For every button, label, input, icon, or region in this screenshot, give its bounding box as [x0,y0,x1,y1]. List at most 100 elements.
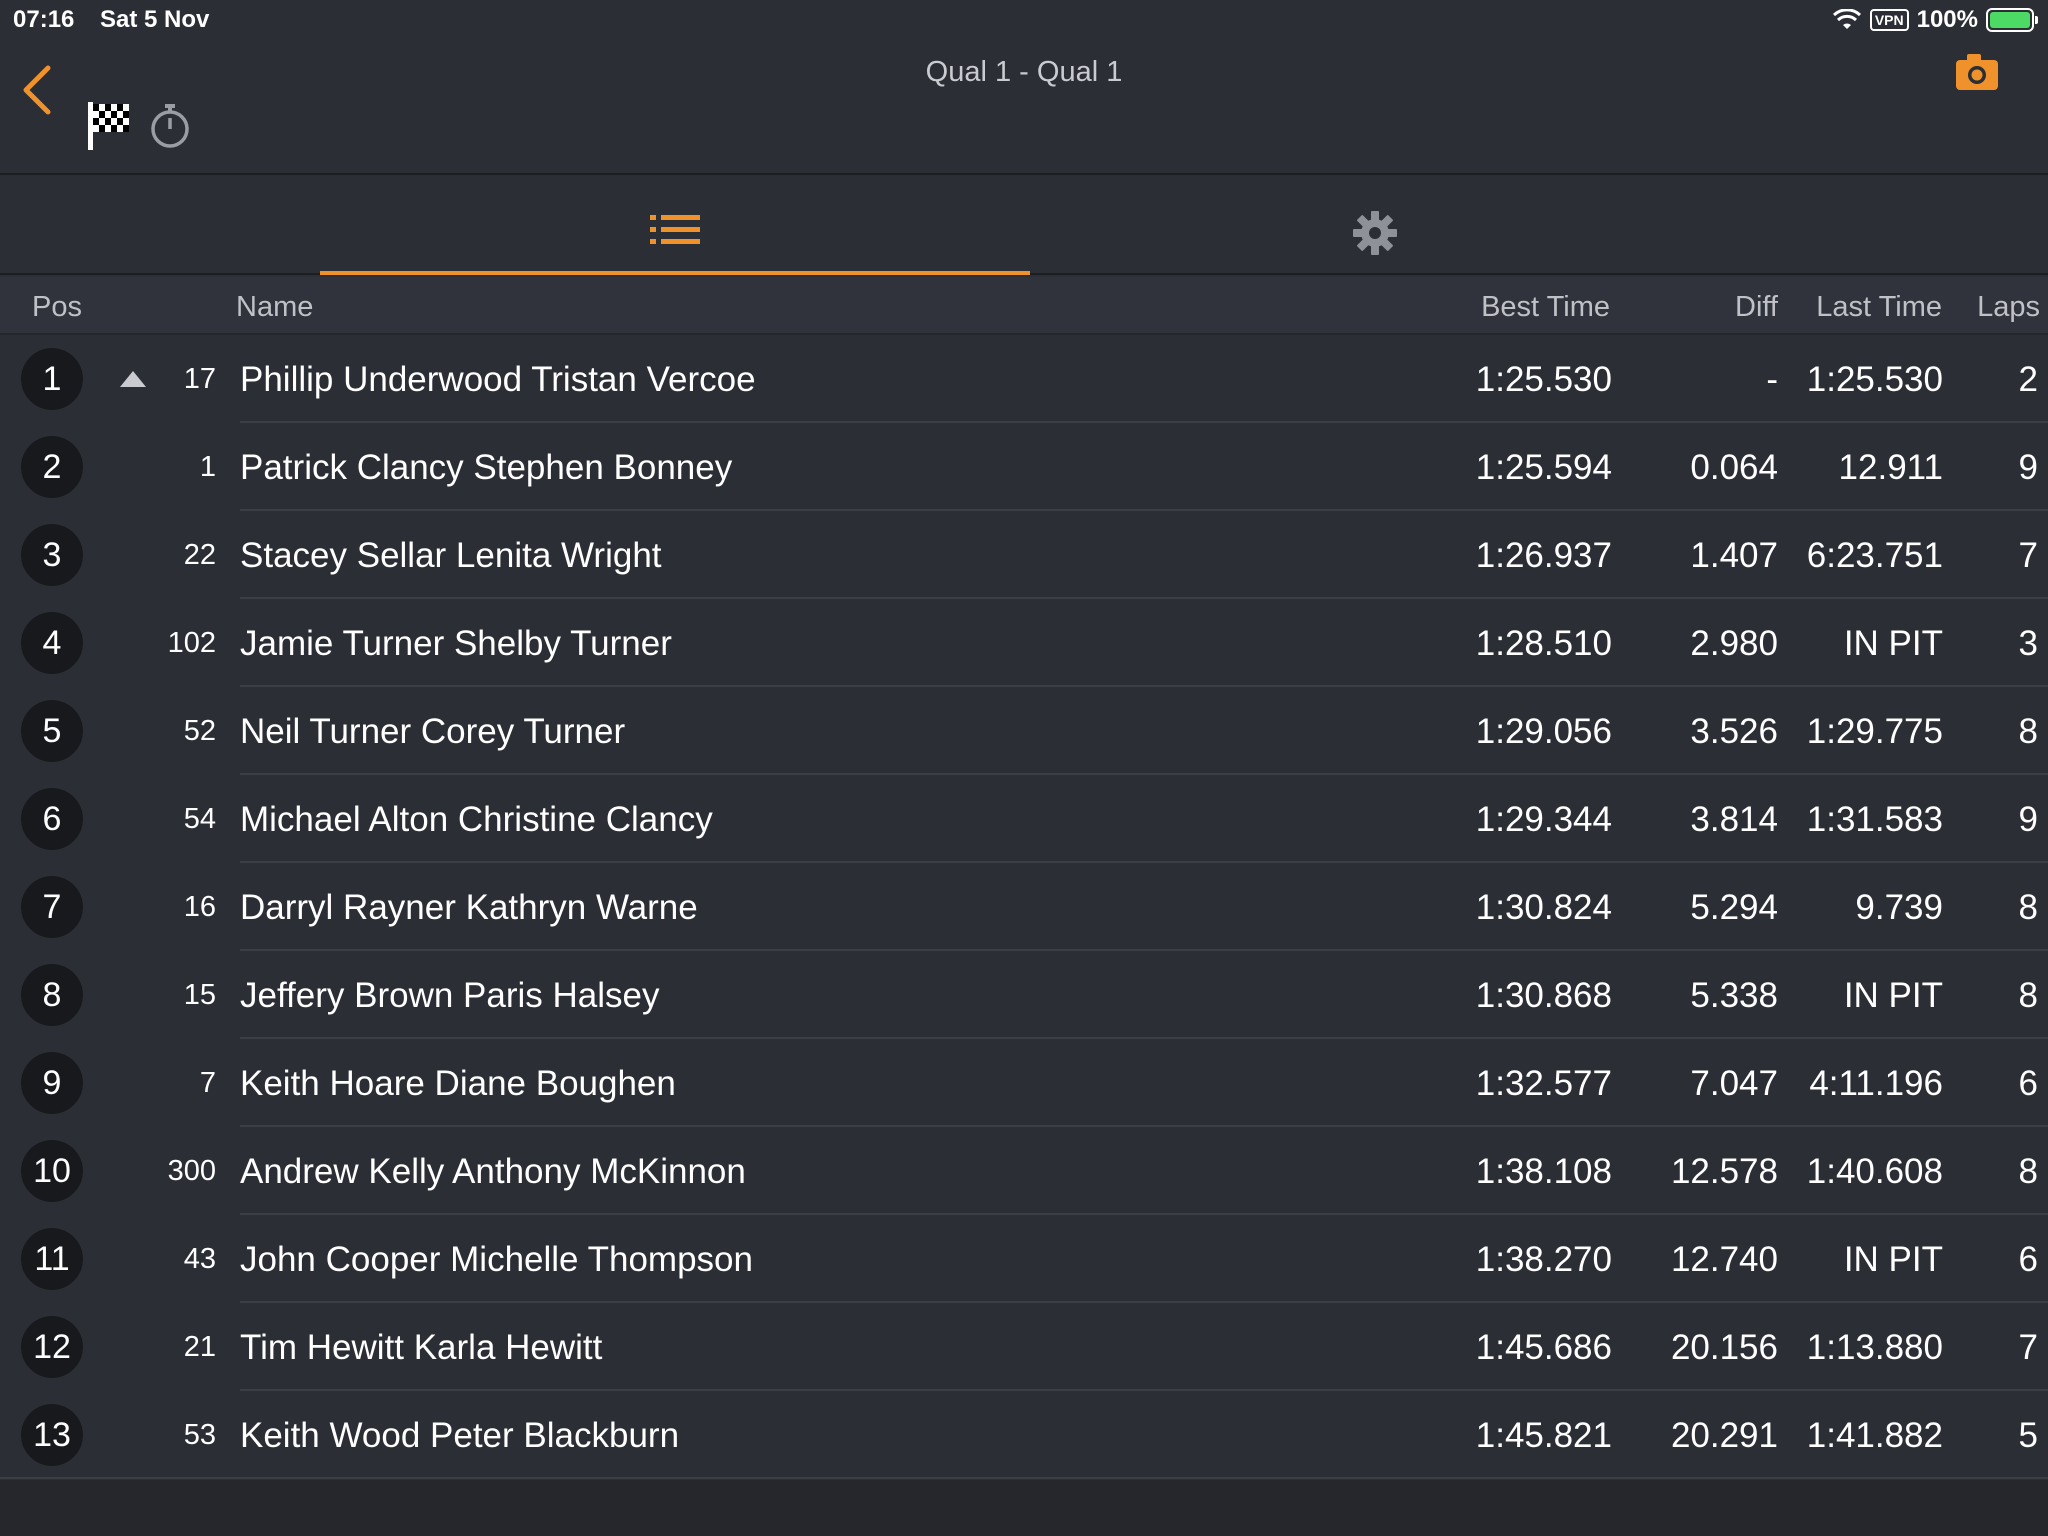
position-badge: 7 [21,876,83,938]
position-number: 7 [42,887,62,926]
car-number: 102 [167,627,216,659]
driver-names: Stacey Sellar Lenita Wright [240,536,662,575]
best-time: 1:29.056 [1475,712,1612,751]
last-time: 1:25.530 [1806,360,1943,399]
tab-settings[interactable] [1020,177,1730,275]
table-row[interactable]: 12 21 Tim Hewitt Karla Hewitt 1:45.686 20.15… [0,1303,2048,1391]
position-badge: 8 [21,964,83,1026]
column-diff[interactable]: Diff [1735,291,1778,324]
session-header: Qual 1 - Qual 1 [0,40,2048,175]
last-time: IN PIT [1843,624,1943,663]
camera-icon [1956,54,1998,90]
table-row[interactable]: 9 7 Keith Hoare Diane Boughen 1:32.577 7.047… [0,1039,2048,1127]
diff-time: 1.407 [1690,536,1778,575]
position-number: 1 [42,359,62,398]
table-row[interactable]: 11 43 John Cooper Michelle Thompson 1:38.27… [0,1215,2048,1303]
car-number: 15 [183,979,216,1011]
position-up-icon [120,371,146,387]
position-badge: 1 [21,348,83,410]
best-time: 1:29.344 [1475,800,1612,839]
position-number: 4 [42,623,62,662]
position-badge: 6 [21,788,83,850]
position-number: 11 [34,1239,70,1278]
table-row[interactable]: 5 52 Neil Turner Corey Turner 1:29.056 3.526… [0,687,2048,775]
best-time: 1:28.510 [1475,624,1612,663]
last-time: IN PIT [1843,1240,1943,1279]
last-time: 1:41.882 [1806,1416,1943,1455]
list-icon [650,215,700,244]
best-time: 1:30.868 [1475,976,1612,1015]
lap-count: 2 [2018,360,2038,399]
table-row[interactable]: 4 102 Jamie Turner Shelby Turner 1:28.510 2.… [0,599,2048,687]
table-row[interactable]: 2 1 Patrick Clancy Stephen Bonney 1:25.594 0… [0,423,2048,511]
status-bar: 07:16 Sat 5 Nov VPN 100% [0,0,2048,40]
car-number: 54 [183,803,216,835]
lap-count: 6 [2018,1064,2038,1103]
lap-count: 6 [2018,1240,2038,1279]
best-time: 1:45.821 [1475,1416,1612,1455]
active-tab-indicator [320,271,1030,275]
stopwatch-icon [151,104,189,148]
driver-names: Patrick Clancy Stephen Bonney [240,448,733,487]
last-time: 12.911 [1838,448,1943,487]
car-number: 7 [199,1067,216,1099]
car-number: 52 [183,715,216,747]
position-badge: 10 [21,1140,83,1202]
battery-icon [1986,8,2038,32]
last-time: 1:29.775 [1806,712,1943,751]
checkered-flag-icon [88,102,129,150]
driver-names: Darryl Rayner Kathryn Warne [240,888,698,927]
diff-time: 12.578 [1670,1152,1778,1191]
best-time: 1:25.594 [1475,448,1612,487]
table-row[interactable]: 1 17 Phillip Underwood Tristan Vercoe 1:25.… [0,335,2048,423]
car-number: 22 [183,539,216,571]
position-number: 8 [42,975,62,1014]
table-row[interactable]: 10 300 Andrew Kelly Anthony McKinnon 1:38.1… [0,1127,2048,1215]
car-number: 16 [183,891,216,923]
position-number: 10 [33,1151,71,1190]
driver-names: Jamie Turner Shelby Turner [240,624,672,663]
column-best-time[interactable]: Best Time [1481,291,1610,324]
driver-names: Phillip Underwood Tristan Vercoe [240,360,756,399]
tab-results-list[interactable] [320,177,1030,275]
column-name[interactable]: Name [236,291,313,324]
column-pos[interactable]: Pos [32,291,82,324]
gear-icon [1353,211,1397,255]
results-table: 1 1 7 Phillip Underwood Tristan Vercoe 1:25.… [0,335,2048,1479]
position-number: 9 [42,1063,62,1102]
best-time: 1:32.577 [1475,1064,1612,1103]
diff-time: 0.064 [1690,448,1778,487]
best-time: 1:25.530 [1475,360,1612,399]
battery-fill [1990,12,2030,28]
column-laps[interactable]: Laps [1977,291,2040,324]
last-time: 9.739 [1855,888,1943,927]
camera-button[interactable] [1954,52,2000,92]
driver-names: Andrew Kelly Anthony McKinnon [240,1152,746,1191]
last-time: 1:31.583 [1806,800,1943,839]
results-column-header: Pos Name Best Time Diff Last Time Laps [0,277,2048,335]
best-time: 1:38.108 [1475,1152,1612,1191]
table-row[interactable]: 13 53 Keith Wood Peter Blackburn 1:45.821 20… [0,1391,2048,1479]
position-number: 5 [42,711,62,750]
diff-time: 3.526 [1690,712,1778,751]
diff-time: - [1766,360,1778,399]
position-number: 2 [42,447,62,486]
wifi-icon [1832,9,1861,29]
table-row[interactable]: 3 22 Stacey Sellar Lenita Wright 1:26.937 1.… [0,511,2048,599]
diff-time: 12.740 [1670,1240,1778,1279]
diff-time: 3.814 [1690,800,1778,839]
position-badge: 4 [21,612,83,674]
last-time: 1:40.608 [1806,1152,1943,1191]
status-indicators: VPN 100% [1832,6,2038,34]
table-row[interactable]: 7 16 Darryl Rayner Kathryn Warne 1:30.824 5.… [0,863,2048,951]
car-number: 21 [183,1331,216,1363]
table-footer-space [0,1480,2048,1536]
view-tabs [0,177,2048,275]
driver-names: Keith Hoare Diane Boughen [240,1064,676,1103]
position-badge: 9 [21,1052,83,1114]
table-row[interactable]: 8 15 Jeffery Brown Paris Halsey 1:30.868 5.3… [0,951,2048,1039]
status-time: 07:16 [13,6,75,33]
table-row[interactable]: 6 54 Michael Alton Christine Clancy 1:29.34… [0,775,2048,863]
best-time: 1:45.686 [1475,1328,1612,1367]
column-last-time[interactable]: Last Time [1816,291,1942,324]
